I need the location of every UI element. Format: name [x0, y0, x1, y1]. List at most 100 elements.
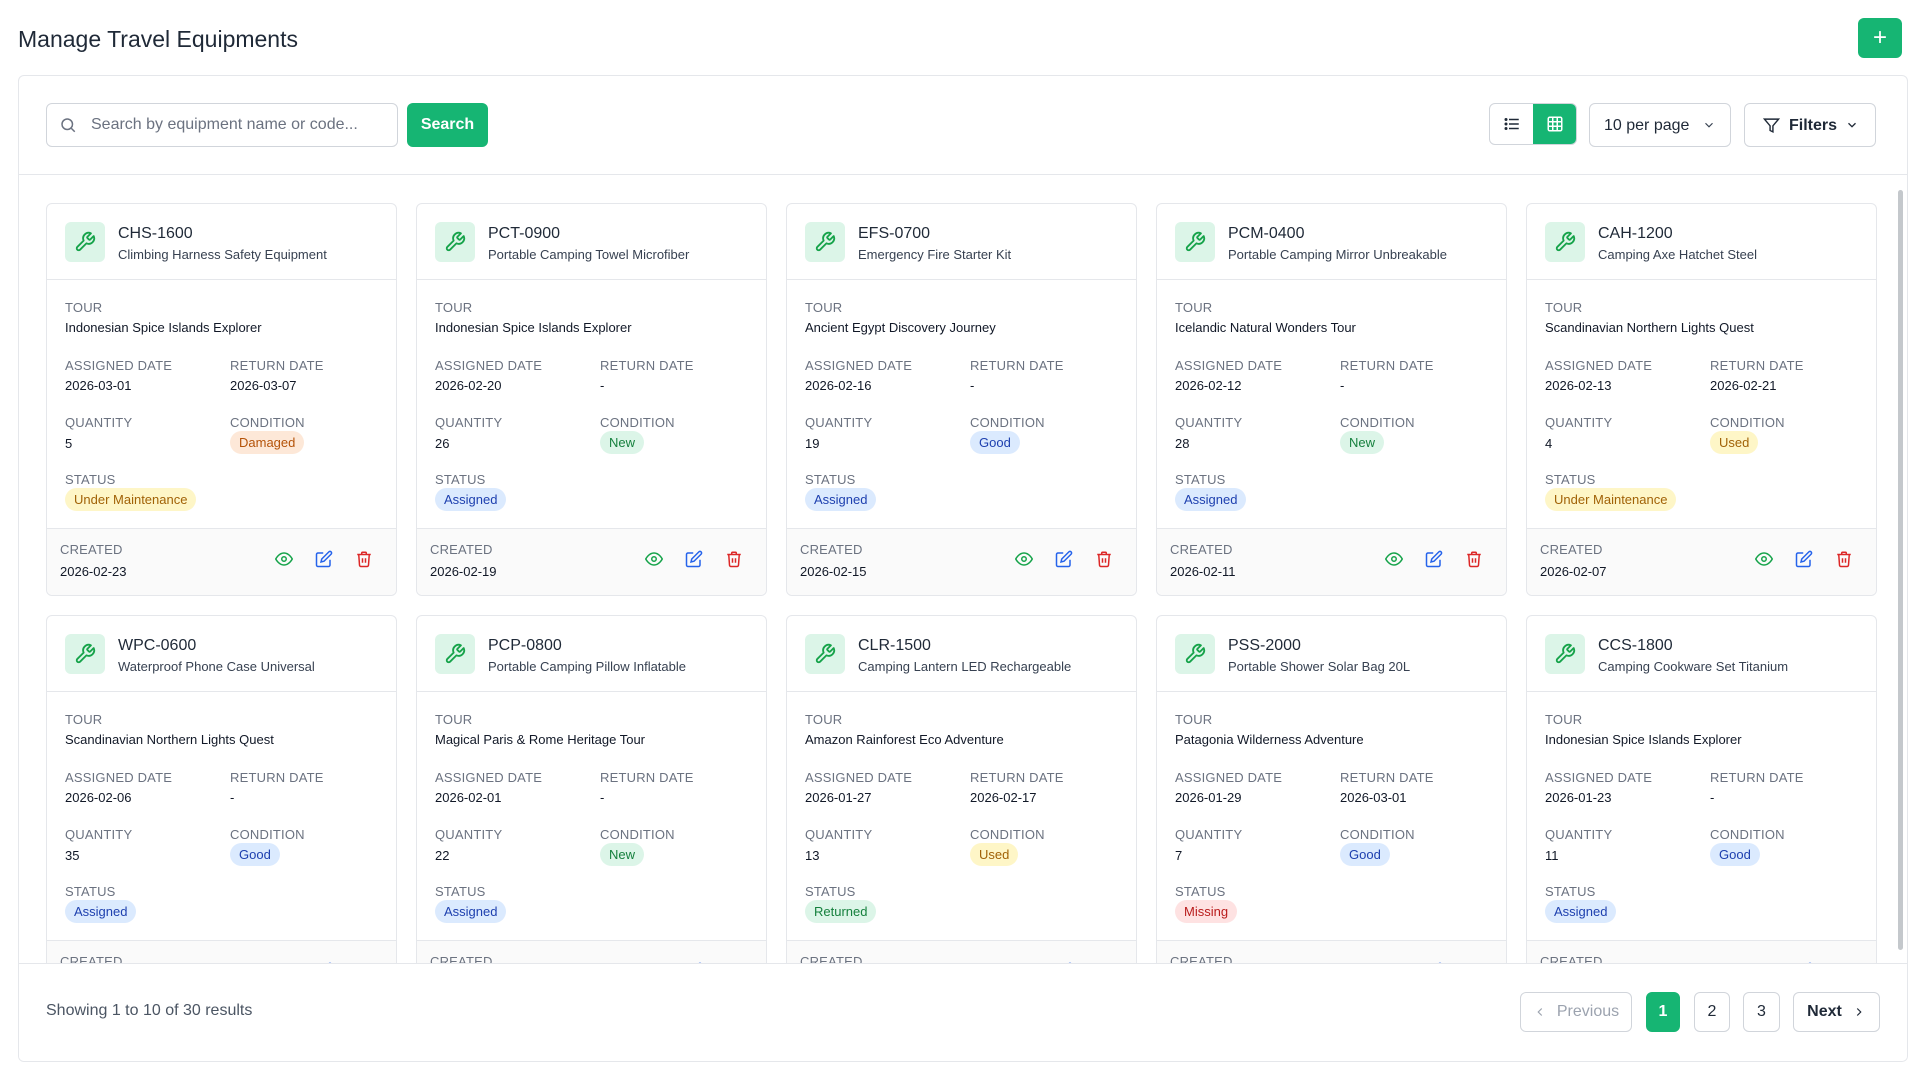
view-icon[interactable] [1014, 549, 1034, 569]
card-header: PCP-0800 Portable Camping Pillow Inflata… [417, 616, 766, 692]
pagination-bar: Showing 1 to 10 of 30 results Previous 1… [19, 963, 1907, 1061]
edit-icon[interactable] [1424, 549, 1444, 569]
previous-button[interactable]: Previous [1520, 992, 1632, 1032]
equipment-code: PCP-0800 [488, 637, 562, 654]
quantity-label: QUANTITY [1175, 415, 1243, 430]
return-date-value: - [230, 790, 235, 805]
wrench-icon [805, 222, 845, 262]
card-header: PCT-0900 Portable Camping Towel Microfib… [417, 204, 766, 280]
created-value: 2026-02-07 [1540, 564, 1607, 579]
equipment-card: PCP-0800 Portable Camping Pillow Inflata… [416, 615, 767, 964]
tour-label: TOUR [435, 712, 473, 727]
filters-button[interactable]: Filters [1744, 103, 1876, 147]
assigned-date-value: 2026-02-20 [435, 378, 502, 393]
equipment-card: CHS-1600 Climbing Harness Safety Equipme… [46, 203, 397, 596]
toolbar: Search 10 per page Filters [19, 76, 1907, 175]
view-icon[interactable] [1384, 549, 1404, 569]
tour-label: TOUR [805, 300, 843, 315]
equipment-code: WPC-0600 [118, 637, 197, 654]
condition-label: CONDITION [1340, 827, 1415, 842]
assigned-date-value: 2026-01-27 [805, 790, 872, 805]
card-footer: CREATED 2026-02-19 [417, 528, 766, 595]
search-button[interactable]: Search [407, 103, 488, 147]
assigned-date-label: ASSIGNED DATE [435, 770, 543, 785]
add-equipment-button[interactable]: + [1858, 18, 1902, 58]
view-icon[interactable] [1754, 549, 1774, 569]
assigned-date-value: 2026-02-06 [65, 790, 132, 805]
card-footer: CREATED [1157, 940, 1506, 964]
search-input[interactable] [91, 104, 391, 146]
equipment-code: CHS-1600 [118, 225, 193, 242]
next-button[interactable]: Next [1793, 992, 1880, 1032]
delete-icon[interactable] [1094, 549, 1114, 569]
edit-icon[interactable] [1794, 549, 1814, 569]
condition-badge: New [1340, 431, 1385, 454]
assigned-date-value: 2026-02-16 [805, 378, 872, 393]
status-label: STATUS [1175, 884, 1226, 899]
list-view-button[interactable] [1490, 104, 1533, 144]
edit-icon[interactable] [684, 549, 704, 569]
delete-icon[interactable] [724, 549, 744, 569]
edit-icon[interactable] [314, 549, 334, 569]
return-date-value: 2026-02-21 [1710, 378, 1777, 393]
status-badge: Missing [1175, 900, 1238, 923]
return-date-label: RETURN DATE [230, 358, 324, 373]
assigned-date-label: ASSIGNED DATE [435, 358, 543, 373]
card-header: CLR-1500 Camping Lantern LED Rechargeabl… [787, 616, 1136, 692]
assigned-date-label: ASSIGNED DATE [1175, 770, 1283, 785]
previous-label: Previous [1556, 1003, 1620, 1020]
grid-view-button[interactable] [1533, 104, 1576, 144]
equipment-card: CLR-1500 Camping Lantern LED Rechargeabl… [786, 615, 1137, 964]
tour-value: Magical Paris & Rome Heritage Tour [435, 732, 646, 747]
per-page-value: 10 per page [1604, 117, 1690, 134]
equipment-name: Emergency Fire Starter Kit [858, 247, 1012, 262]
wrench-icon [435, 634, 475, 674]
return-date-value: - [970, 378, 975, 393]
quantity-value: 7 [1175, 848, 1183, 863]
edit-icon[interactable] [1054, 549, 1074, 569]
card-header: PCM-0400 Portable Camping Mirror Unbreak… [1157, 204, 1506, 280]
delete-icon[interactable] [1464, 549, 1484, 569]
cards-scroll-area[interactable]: CHS-1600 Climbing Harness Safety Equipme… [19, 176, 1907, 964]
page-1-button[interactable]: 1 [1646, 992, 1680, 1032]
equipment-code: PSS-2000 [1228, 637, 1301, 654]
return-date-label: RETURN DATE [970, 770, 1064, 785]
equipment-code: CAH-1200 [1598, 225, 1673, 242]
return-date-label: RETURN DATE [600, 358, 694, 373]
condition-badge: Good [1710, 843, 1760, 866]
delete-icon[interactable] [1834, 549, 1854, 569]
quantity-label: QUANTITY [65, 415, 133, 430]
page-2-button[interactable]: 2 [1694, 992, 1730, 1032]
wrench-icon [1545, 222, 1585, 262]
quantity-label: QUANTITY [65, 827, 133, 842]
return-date-value: 2026-03-01 [1340, 790, 1407, 805]
created-label: CREATED [1170, 542, 1233, 557]
status-label: STATUS [65, 884, 116, 899]
delete-icon[interactable] [354, 549, 374, 569]
view-icon[interactable] [274, 549, 294, 569]
chevron-right-icon [1856, 1008, 1862, 1016]
equipment-code: CCS-1800 [1598, 637, 1673, 654]
per-page-select[interactable]: 10 per page [1589, 103, 1731, 147]
status-label: STATUS [435, 472, 486, 487]
tour-value: Icelandic Natural Wonders Tour [1175, 320, 1356, 335]
view-icon[interactable] [644, 549, 664, 569]
scrollbar[interactable] [1897, 176, 1905, 964]
assigned-date-label: ASSIGNED DATE [1545, 770, 1653, 785]
card-footer: CREATED 2026-02-15 [787, 528, 1136, 595]
quantity-label: QUANTITY [435, 827, 503, 842]
search-box[interactable] [46, 103, 398, 147]
condition-label: CONDITION [230, 827, 305, 842]
scrollbar-thumb[interactable] [1898, 190, 1903, 950]
tour-label: TOUR [1545, 300, 1583, 315]
wrench-icon [1175, 222, 1215, 262]
assigned-date-value: 2026-02-01 [435, 790, 502, 805]
page-3-button[interactable]: 3 [1743, 992, 1780, 1032]
status-badge: Assigned [65, 900, 137, 923]
tour-value: Amazon Rainforest Eco Adventure [805, 732, 1004, 747]
condition-label: CONDITION [600, 415, 675, 430]
search-icon [59, 116, 77, 134]
equipment-code: EFS-0700 [858, 225, 931, 242]
return-date-value: 2026-02-17 [970, 790, 1037, 805]
tour-label: TOUR [65, 712, 103, 727]
